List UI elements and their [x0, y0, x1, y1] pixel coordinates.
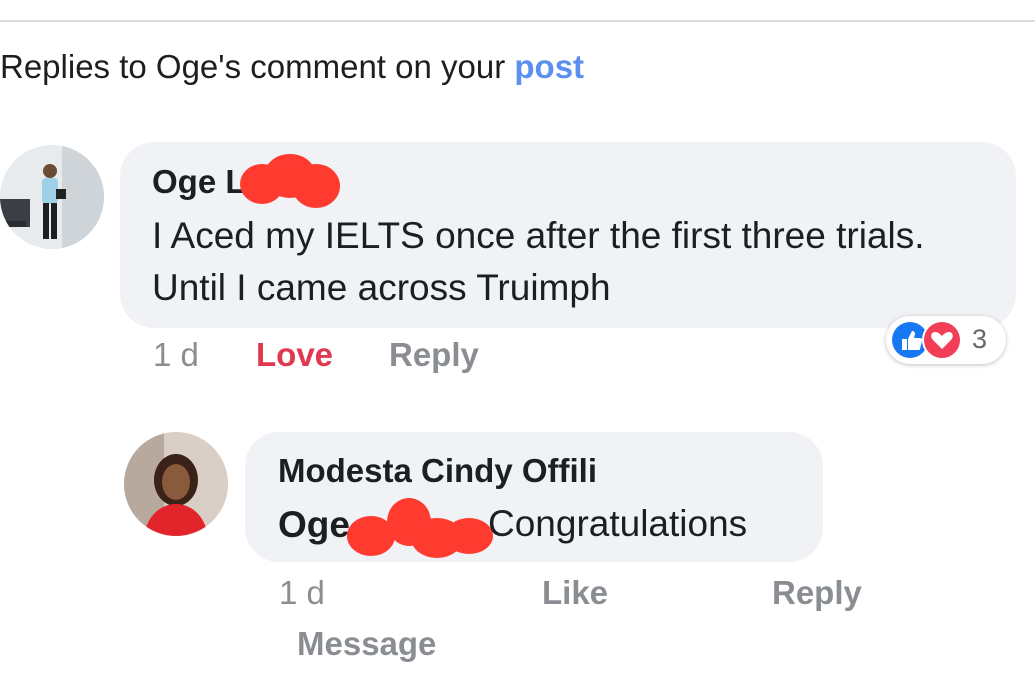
comment-timestamp: 1 d	[153, 336, 199, 373]
reply-author-name[interactable]: Modesta Cindy Offili	[278, 452, 597, 490]
love-icon	[922, 320, 962, 360]
top-divider	[0, 20, 1035, 22]
reactions-summary[interactable]: 3	[886, 316, 1006, 364]
avatar[interactable]	[0, 145, 104, 249]
post-link[interactable]: post	[514, 48, 584, 85]
message-button[interactable]: Message	[297, 625, 436, 663]
redaction-mark	[347, 498, 493, 558]
reply-timestamp: 1 d	[279, 574, 325, 611]
reply-text: Congratulations	[488, 503, 748, 544]
comment-text: I Aced my IELTS once after the first thr…	[152, 215, 925, 308]
mention-tag[interactable]: Oge	[278, 504, 350, 546]
redaction-mark	[240, 154, 340, 208]
reply-avatar[interactable]	[124, 432, 228, 536]
reaction-count: 3	[972, 324, 988, 354]
reply-button[interactable]: Reply	[389, 336, 479, 374]
comment-author-name[interactable]: Oge L	[152, 163, 246, 201]
header-text: Replies to Oge's comment on your	[0, 48, 515, 85]
love-button[interactable]: Love	[256, 336, 333, 374]
like-button[interactable]: Like	[542, 574, 608, 612]
notification-header: Replies to Oge's comment on your post	[0, 48, 584, 86]
reply-reply-button[interactable]: Reply	[772, 574, 862, 612]
